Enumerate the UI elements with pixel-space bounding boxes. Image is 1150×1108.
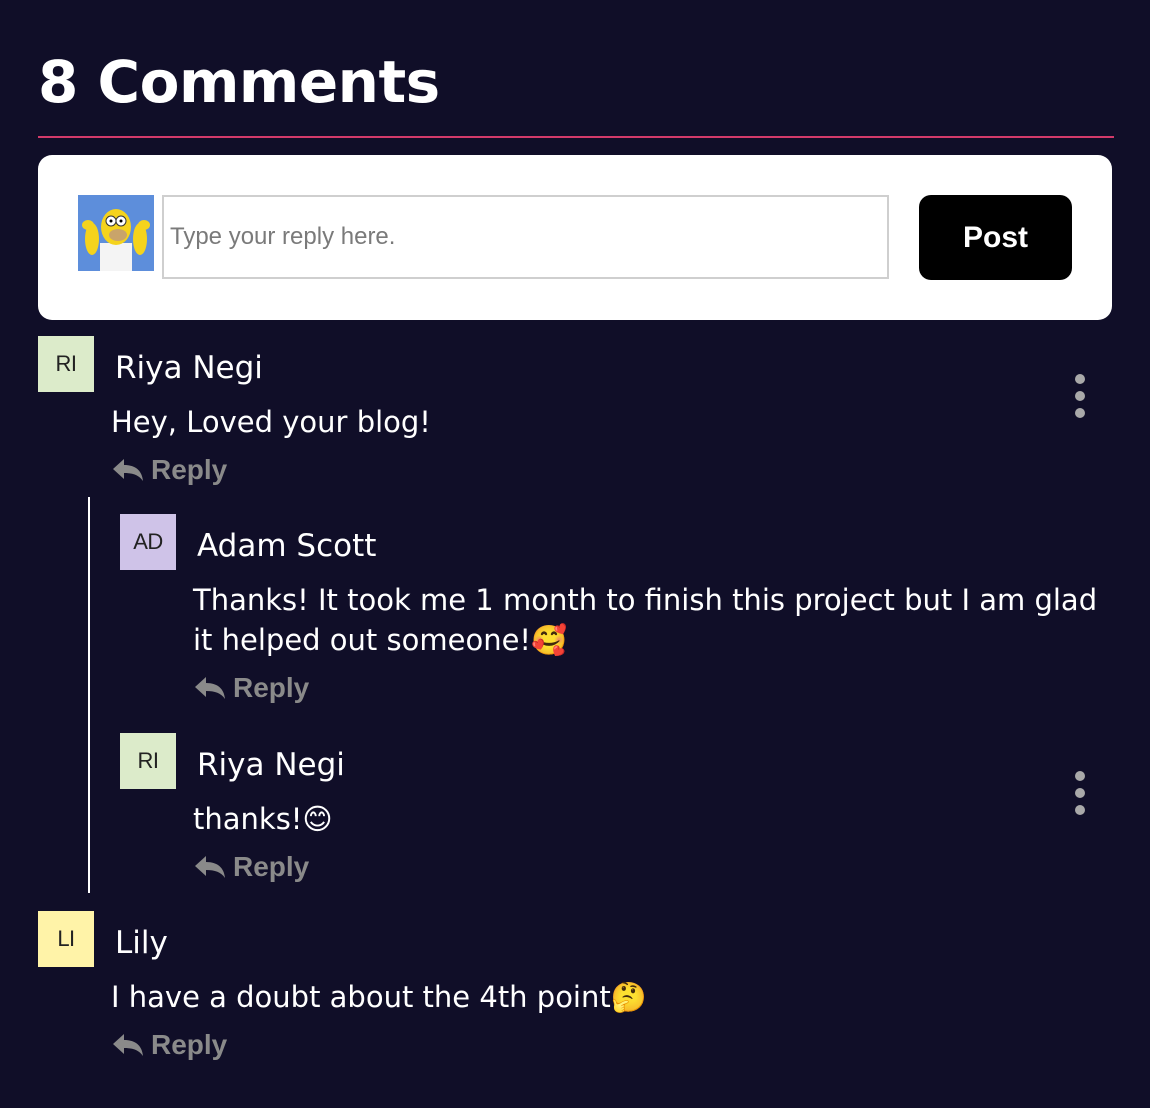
comment-author: Riya Negi (115, 350, 263, 386)
post-button[interactable]: Post (919, 195, 1072, 280)
avatar: RI (38, 336, 94, 392)
reply-label: Reply (151, 454, 228, 485)
reply-button[interactable]: Reply (193, 851, 309, 883)
reply-button[interactable]: Reply (111, 454, 227, 486)
reply-button[interactable]: Reply (111, 1029, 227, 1061)
reply-label: Reply (233, 672, 310, 703)
comment-menu-icon[interactable] (1070, 374, 1090, 418)
reply-arrow-icon (195, 856, 225, 878)
reply-label: Reply (151, 1029, 228, 1060)
comment-author: Adam Scott (197, 528, 377, 564)
comment-author: Lily (115, 925, 168, 961)
avatar: AD (120, 514, 176, 570)
thread-line (88, 497, 90, 893)
reply-comment: AD Adam Scott Thanks! It took me 1 month… (120, 514, 1114, 714)
comment: RI Riya Negi Hey, Loved your blog! Reply (38, 336, 1114, 496)
comment-text: thanks!😊 (193, 802, 333, 836)
comment: LI Lily I have a doubt about the 4th poi… (38, 911, 1114, 1071)
reply-button[interactable]: Reply (193, 672, 309, 704)
reply-comment: RI Riya Negi thanks!😊 Reply (120, 733, 1114, 893)
avatar: LI (38, 911, 94, 967)
title-divider (38, 136, 1114, 138)
comment-text: Thanks! It took me 1 month to finish thi… (193, 583, 1098, 657)
comment-menu-icon[interactable] (1070, 771, 1090, 815)
comments-title: 8 Comments (38, 48, 440, 116)
comment-author: Riya Negi (197, 747, 345, 783)
comment-text: I have a doubt about the 4th point🤔 (111, 980, 647, 1014)
reply-label: Reply (233, 851, 310, 882)
reply-arrow-icon (113, 1034, 143, 1056)
avatar: RI (120, 733, 176, 789)
reply-arrow-icon (195, 677, 225, 699)
reply-arrow-icon (113, 459, 143, 481)
comment-text: Hey, Loved your blog! (111, 405, 431, 439)
reply-input[interactable] (162, 195, 889, 279)
reply-form: Post (38, 155, 1112, 320)
current-user-avatar (78, 195, 154, 271)
user-avatar-image (78, 195, 154, 271)
